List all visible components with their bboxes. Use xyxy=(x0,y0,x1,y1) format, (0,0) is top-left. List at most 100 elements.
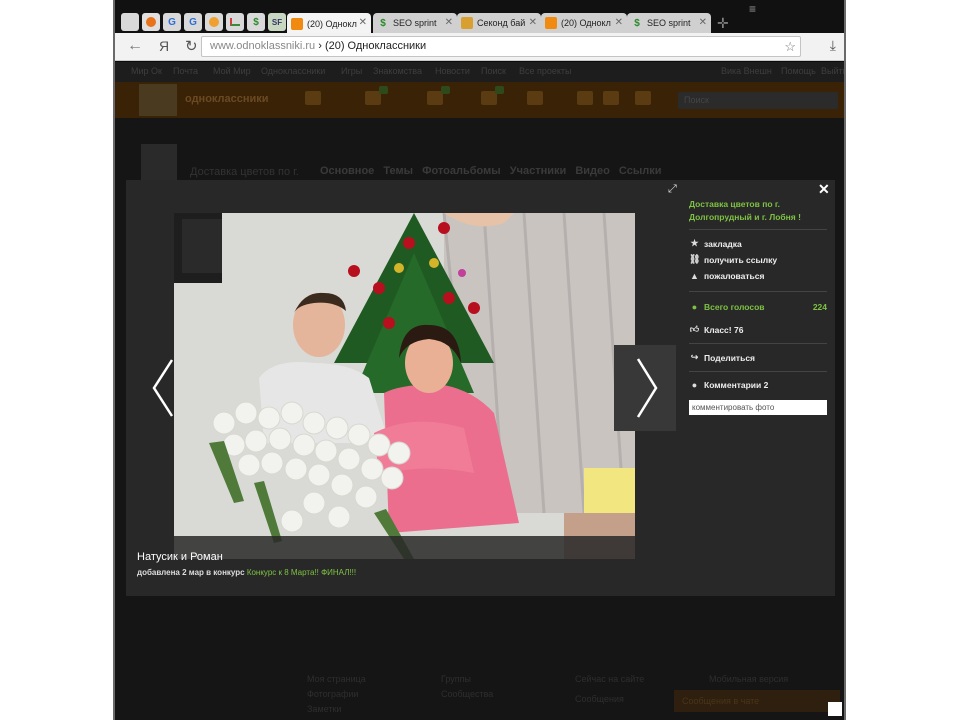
expand-icon[interactable]: ⤢ xyxy=(668,183,677,196)
hamburger-menu-icon[interactable]: ≡ xyxy=(749,2,756,16)
tv-icon[interactable] xyxy=(635,91,651,105)
get-link-action[interactable]: ⛓ получить ссылку xyxy=(689,254,777,265)
group-nav-item[interactable]: Видео xyxy=(575,165,610,177)
tab-odnoklassniki-2[interactable]: (20) Однокл ✕ xyxy=(541,13,627,33)
guests-icon[interactable] xyxy=(481,86,504,105)
photo[interactable] xyxy=(174,213,635,559)
close-tab-icon[interactable]: ✕ xyxy=(529,17,537,28)
page-icon[interactable] xyxy=(121,13,139,31)
video-icon[interactable] xyxy=(603,91,619,105)
tab-label: SEO sprint xyxy=(393,18,437,28)
votes-count: 224 xyxy=(812,302,827,312)
topnav-item[interactable]: Поиск xyxy=(481,66,506,76)
share-button[interactable]: ↪ Поделиться xyxy=(689,352,755,363)
site-search-input[interactable]: Поиск xyxy=(678,92,838,109)
bookmark-star-icon[interactable]: ☆ xyxy=(784,37,796,56)
divider xyxy=(689,229,827,230)
footer-link[interactable]: Сообщества xyxy=(441,689,493,699)
site-logo-text[interactable]: одноклассники xyxy=(185,93,269,105)
close-tab-icon[interactable]: ✕ xyxy=(359,17,367,28)
notifications-icon[interactable] xyxy=(427,86,450,105)
close-tab-icon[interactable]: ✕ xyxy=(615,17,623,28)
bookmark-label: закладка xyxy=(704,238,742,249)
site-toolbar: одноклассники Поиск xyxy=(115,82,844,118)
tab-seo-sprint-2[interactable]: $ SEO sprint ✕ xyxy=(627,13,711,33)
browser-window: G G $ SF (20) Однокл ✕ $ SEO sprint ✕ Се… xyxy=(113,0,846,720)
share-arrow-icon: ↪ xyxy=(690,352,699,362)
group-nav-item[interactable]: Ссылки xyxy=(619,165,662,177)
blue-g-icon[interactable]: G xyxy=(163,13,181,31)
music-icon[interactable] xyxy=(577,91,593,105)
report-label: пожаловаться xyxy=(704,271,765,281)
ok-favicon-icon xyxy=(291,17,303,30)
footer-link[interactable]: Сообщения xyxy=(575,694,624,704)
previous-photo-button[interactable] xyxy=(150,358,176,418)
topnav-item[interactable]: Помощь xyxy=(781,66,816,76)
group-nav-item[interactable]: Участники xyxy=(510,165,567,177)
scroll-corner xyxy=(828,702,842,716)
marks-icon[interactable] xyxy=(527,91,543,105)
tab-label: Секонд бай xyxy=(477,18,526,28)
votes-row[interactable]: ● Всего голосов xyxy=(689,302,765,312)
address-bar[interactable]: www.odnoklassniki.ru › (20) Одноклассник… xyxy=(201,36,801,57)
topnav-item[interactable]: Вика Внешн xyxy=(721,66,772,76)
tab-strip: G G $ SF (20) Однокл ✕ $ SEO sprint ✕ Се… xyxy=(115,0,844,34)
sf-icon[interactable]: SF xyxy=(268,13,286,31)
group-nav-item[interactable]: Темы xyxy=(383,165,413,177)
tab-odnoklassniki-active[interactable]: (20) Однокл ✕ xyxy=(287,13,371,34)
bookmark-action[interactable]: ★ закладка xyxy=(689,238,742,249)
browser-toolbar: ← Я ↻ www.odnoklassniki.ru › (20) Однокл… xyxy=(115,33,844,61)
topnav-item[interactable]: Все проекты xyxy=(519,66,572,76)
dollar-icon[interactable]: $ xyxy=(247,13,265,31)
discussions-icon[interactable] xyxy=(365,86,388,105)
close-tab-icon[interactable]: ✕ xyxy=(699,17,707,28)
topnav-item[interactable]: Новости xyxy=(435,66,470,76)
download-icon[interactable]: ⤓ xyxy=(830,37,836,54)
topnav-item[interactable]: Мой Мир xyxy=(213,66,251,76)
footer-link[interactable]: Группы xyxy=(441,674,471,684)
group-nav-item[interactable]: Фотоальбомы xyxy=(422,165,501,177)
blue-g2-icon[interactable]: G xyxy=(184,13,202,31)
site-logo-icon[interactable] xyxy=(139,84,177,116)
url-domain: www.odnoklassniki.ru xyxy=(210,40,316,52)
topnav-item[interactable]: Выйти xyxy=(821,66,844,76)
url-page-title: (20) Одноклассники xyxy=(324,40,427,52)
group-title-bg[interactable]: Доставка цветов по г. xyxy=(190,166,299,178)
topnav-item[interactable]: Игры xyxy=(341,66,362,76)
photo-caption-title[interactable]: Натусик и Роман xyxy=(137,551,223,563)
orange-mail-icon[interactable] xyxy=(205,13,223,31)
contest-link[interactable]: Конкурс к 8 Марта!! ФИНАЛ!!! xyxy=(247,568,356,577)
divider xyxy=(689,343,827,344)
comments-toggle[interactable]: ● Комментарии 2 xyxy=(689,380,769,390)
bar-chart-icon[interactable] xyxy=(226,13,244,31)
tab-second-buy[interactable]: Секонд бай ✕ xyxy=(457,13,541,33)
next-photo-button[interactable] xyxy=(614,345,676,431)
new-tab-icon[interactable]: ✛ xyxy=(717,15,729,32)
footer-link[interactable]: Моя страница xyxy=(307,674,366,684)
messages-icon[interactable] xyxy=(305,91,321,105)
tab-seo-sprint[interactable]: $ SEO sprint ✕ xyxy=(373,13,457,33)
footer-link[interactable]: Сейчас на сайте xyxy=(575,674,644,684)
comment-input[interactable] xyxy=(689,400,827,415)
back-arrow-icon[interactable]: ← xyxy=(127,37,143,55)
klass-button[interactable]: 👍︎ Класс! 76 xyxy=(689,324,744,335)
group-nav: Основное Темы Фотоальбомы Участники Виде… xyxy=(320,165,668,177)
group-avatar[interactable] xyxy=(141,144,177,180)
footer-link[interactable]: Мобильная версия xyxy=(709,674,788,684)
share-label: Поделиться xyxy=(704,352,756,363)
report-action[interactable]: ▲ пожаловаться xyxy=(689,271,764,281)
group-link[interactable]: Доставка цветов по г. Долгопрудный и г. … xyxy=(689,198,827,224)
topnav-item[interactable]: Почта xyxy=(173,66,198,76)
topnav-item[interactable]: Знакомства xyxy=(373,66,422,76)
close-tab-icon[interactable]: ✕ xyxy=(445,17,453,28)
link-icon: ⛓ xyxy=(689,254,701,264)
topnav-item[interactable]: Мир Ок xyxy=(131,66,162,76)
footer-link[interactable]: Фотографии xyxy=(307,689,358,699)
orange-circle-icon[interactable] xyxy=(142,13,160,31)
chat-bar[interactable]: Сообщения в чате xyxy=(674,690,840,712)
yandex-icon[interactable]: Я xyxy=(159,38,169,54)
reload-icon[interactable]: ↻ xyxy=(185,37,198,55)
footer-link[interactable]: Заметки xyxy=(307,704,341,714)
topnav-item[interactable]: Одноклассники xyxy=(261,66,325,76)
group-nav-item[interactable]: Основное xyxy=(320,165,374,177)
